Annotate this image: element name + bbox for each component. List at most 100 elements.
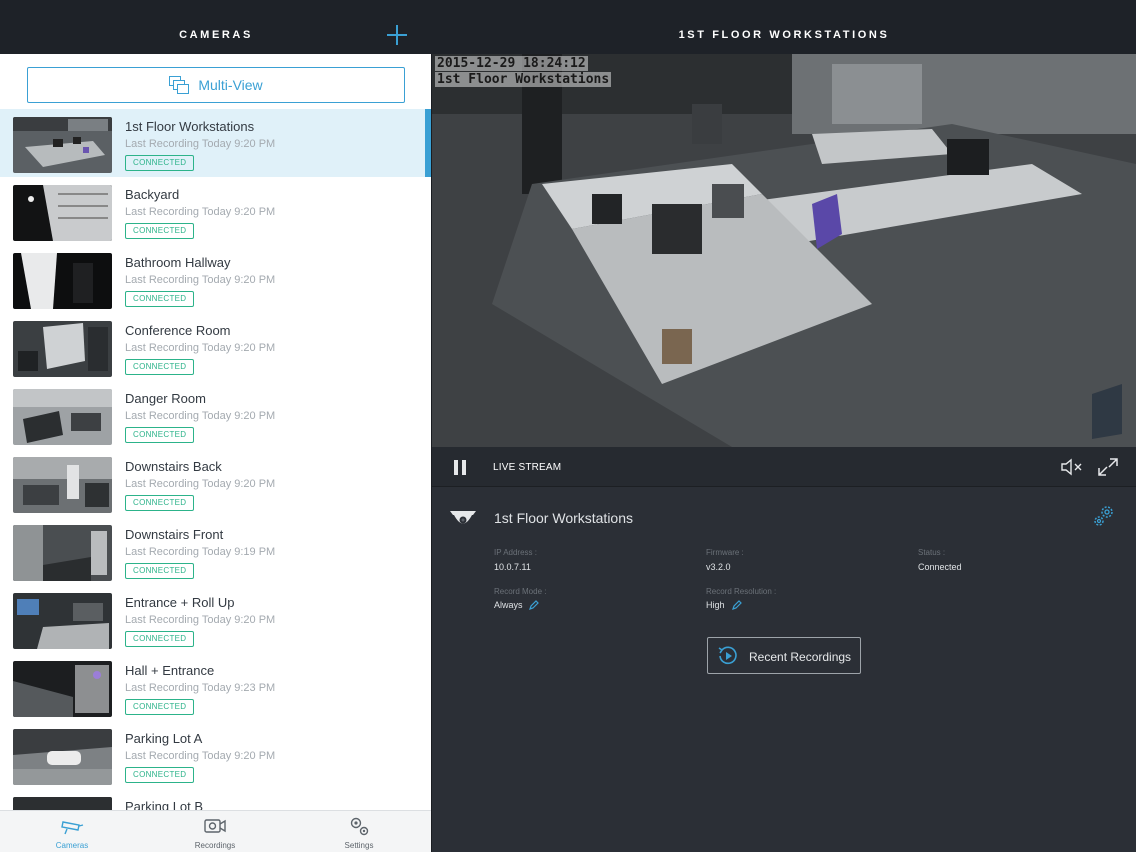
camera-thumbnail	[13, 321, 112, 377]
recent-recordings-label: Recent Recordings	[749, 650, 852, 664]
status-badge: CONNECTED	[125, 427, 195, 443]
status-badge: CONNECTED	[125, 495, 195, 511]
multiview-icon	[169, 76, 190, 94]
status-badge: CONNECTED	[125, 563, 195, 579]
camera-last-recording: Last Recording Today 9:20 PM	[125, 342, 276, 354]
tab-label: Cameras	[55, 841, 89, 850]
camera-name: Backyard	[125, 187, 180, 202]
status-badge: CONNECTED	[125, 767, 195, 783]
edit-record-resolution-pencil-icon[interactable]	[731, 599, 743, 611]
camera-name: Conference Room	[125, 323, 231, 338]
video-camera-name-overlay: 1st Floor Workstations	[435, 72, 612, 87]
camera-item-parking-lot-b[interactable]: Parking Lot B	[0, 789, 431, 810]
cameras-header: CAMERAS	[0, 0, 432, 54]
camera-item-downstairs-back[interactable]: Downstairs Back Last Recording Today 9:2…	[0, 449, 431, 517]
status-badge: CONNECTED	[125, 631, 195, 647]
camera-item-bathroom-hallway[interactable]: Bathroom Hallway Last Recording Today 9:…	[0, 245, 431, 313]
camera-thumbnail	[13, 117, 112, 173]
tab-label: Recordings	[194, 841, 236, 850]
ip-address-value: 10.0.7.11	[494, 562, 531, 572]
ip-address-label: IP Address :	[494, 548, 537, 557]
camera-item-downstairs-front[interactable]: Downstairs Front Last Recording Today 9:…	[0, 517, 431, 585]
settings-tab-icon	[350, 817, 369, 836]
camera-info-title: 1st Floor Workstations	[494, 510, 634, 526]
camera-info-panel: 1st Floor Workstations IP Address : 10.0…	[432, 488, 1136, 852]
camera-thumbnail	[13, 389, 112, 445]
camera-last-recording: Last Recording Today 9:20 PM	[125, 206, 276, 218]
video-controls: LIVE STREAM	[432, 447, 1136, 487]
camera-thumbnail	[13, 729, 112, 785]
live-stream-label: LIVE STREAM	[493, 462, 562, 473]
firmware-label: Firmware :	[706, 548, 744, 557]
edit-record-mode-pencil-icon[interactable]	[528, 599, 540, 611]
status-badge: CONNECTED	[125, 223, 195, 239]
camera-list-pane: CAMERAS Multi-View 1st Floor Workstation…	[0, 0, 432, 852]
camera-item-1st-floor-workstations[interactable]: 1st Floor Workstations Last Recording To…	[0, 109, 431, 177]
camera-name: Parking Lot B	[125, 799, 204, 810]
detail-title: 1ST FLOOR WORKSTATIONS	[678, 29, 890, 41]
camera-name: Danger Room	[125, 391, 206, 406]
camera-item-backyard[interactable]: Backyard Last Recording Today 9:20 PM CO…	[0, 177, 431, 245]
camera-item-hall-entrance[interactable]: Hall + Entrance Last Recording Today 9:2…	[0, 653, 431, 721]
camera-last-recording: Last Recording Today 9:20 PM	[125, 138, 276, 150]
record-mode-label: Record Mode :	[494, 587, 547, 596]
pause-button[interactable]	[453, 460, 467, 475]
camera-last-recording: Last Recording Today 9:20 PM	[125, 750, 276, 762]
camera-thumbnail	[13, 525, 112, 581]
camera-thumbnail	[13, 661, 112, 717]
camera-detail-pane: 1ST FLOOR WORKSTATIONS 2015-12-29 18:24:…	[432, 0, 1136, 852]
add-camera-button[interactable]	[386, 24, 408, 46]
camera-thumbnail	[13, 185, 112, 241]
status-badge: CONNECTED	[125, 699, 195, 715]
tab-settings[interactable]: Settings	[309, 811, 409, 852]
camera-last-recording: Last Recording Today 9:19 PM	[125, 546, 276, 558]
detail-header: 1ST FLOOR WORKSTATIONS	[432, 0, 1136, 54]
camera-dome-icon	[450, 511, 476, 524]
camera-list[interactable]: 1st Floor Workstations Last Recording To…	[0, 109, 431, 810]
mute-icon[interactable]	[1060, 457, 1084, 477]
tab-bar: Cameras Recordings Settings	[0, 810, 431, 852]
cameras-title: CAMERAS	[179, 29, 253, 41]
camera-thumbnail	[13, 253, 112, 309]
camera-last-recording: Last Recording Today 9:20 PM	[125, 478, 276, 490]
camera-name: Hall + Entrance	[125, 663, 215, 678]
camera-thumbnail	[13, 797, 112, 810]
camera-name: Bathroom Hallway	[125, 255, 231, 270]
camera-name: 1st Floor Workstations	[125, 119, 255, 134]
camera-item-danger-room[interactable]: Danger Room Last Recording Today 9:20 PM…	[0, 381, 431, 449]
camera-item-entrance-roll-up[interactable]: Entrance + Roll Up Last Recording Today …	[0, 585, 431, 653]
recent-recordings-button[interactable]: Recent Recordings	[707, 637, 861, 674]
history-icon	[718, 646, 737, 665]
camera-name: Parking Lot A	[125, 731, 203, 746]
status-label: Status :	[918, 548, 946, 557]
camera-name: Downstairs Front	[125, 527, 224, 542]
camera-thumbnail	[13, 457, 112, 513]
camera-last-recording: Last Recording Today 9:20 PM	[125, 274, 276, 286]
status-value: Connected	[918, 562, 962, 572]
multi-view-label: Multi-View	[198, 77, 263, 93]
camera-last-recording: Last Recording Today 9:20 PM	[125, 614, 276, 626]
record-resolution-value: High	[706, 600, 725, 610]
tab-cameras[interactable]: Cameras	[22, 811, 122, 852]
camera-name: Entrance + Roll Up	[125, 595, 235, 610]
fullscreen-icon[interactable]	[1097, 457, 1119, 477]
camera-item-conference-room[interactable]: Conference Room Last Recording Today 9:2…	[0, 313, 431, 381]
record-resolution-label: Record Resolution :	[706, 587, 777, 596]
tab-recordings[interactable]: Recordings	[165, 811, 265, 852]
live-video-feed[interactable]: 2015-12-29 18:24:12 1st Floor Workstatio…	[432, 54, 1136, 447]
video-timestamp: 2015-12-29 18:24:12	[435, 56, 588, 71]
camera-item-parking-lot-a[interactable]: Parking Lot A Last Recording Today 9:20 …	[0, 721, 431, 789]
status-badge: CONNECTED	[125, 359, 195, 375]
camera-thumbnail	[13, 593, 112, 649]
gear-icon[interactable]	[1092, 504, 1116, 528]
video-frame	[432, 54, 1136, 447]
status-badge: CONNECTED	[125, 155, 195, 171]
camera-last-recording: Last Recording Today 9:20 PM	[125, 410, 276, 422]
tab-label: Settings	[344, 841, 374, 850]
firmware-value: v3.2.0	[706, 562, 731, 572]
multi-view-button[interactable]: Multi-View	[27, 67, 405, 103]
camera-last-recording: Last Recording Today 9:23 PM	[125, 682, 276, 694]
record-mode-value: Always	[494, 600, 523, 610]
status-badge: CONNECTED	[125, 291, 195, 307]
recordings-tab-icon	[204, 819, 226, 833]
